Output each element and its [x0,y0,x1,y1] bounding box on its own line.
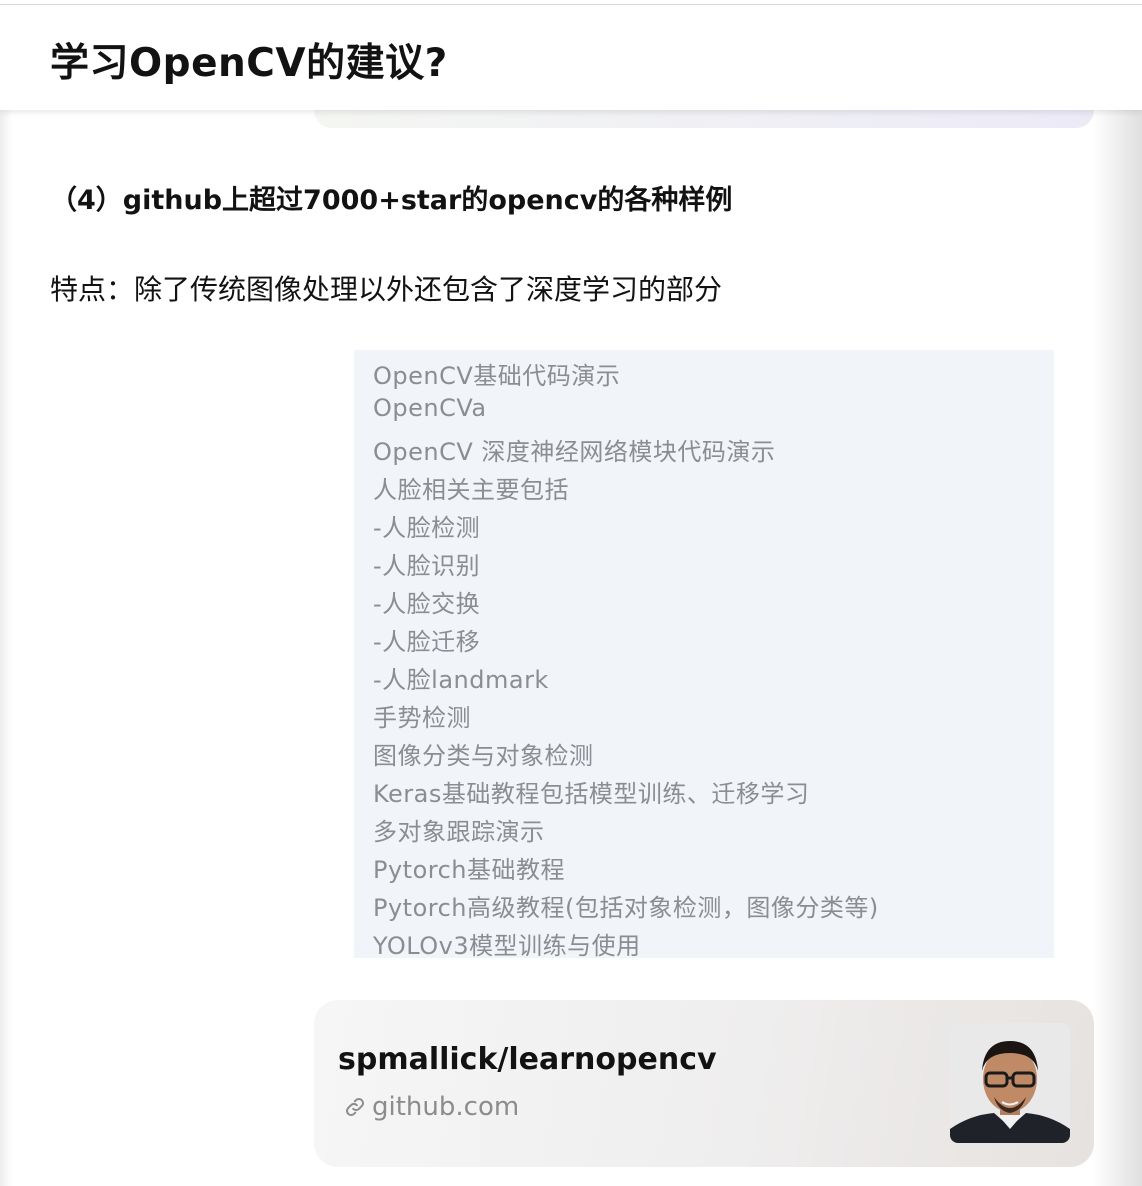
list-item: 多对象跟踪演示 [373,818,545,846]
list-item: Keras基础教程包括模型训练、迁移学习 [373,780,810,808]
list-item: -人脸landmark [373,666,549,694]
sticky-header: 学习OpenCV的建议? [0,6,1142,110]
feature-paragraph: 特点：除了传统图像处理以外还包含了深度学习的部分 [50,273,723,306]
link-card[interactable]: spmallick/learnopencv github.com [314,1000,1094,1167]
link-domain-row: github.com [344,1092,519,1122]
list-item: 手势检测 [373,704,471,732]
link-card-title[interactable]: spmallick/learnopencv [338,1042,717,1077]
list-item: OpenCV基础代码演示 [373,362,621,390]
list-item: -人脸检测 [373,514,481,542]
section-heading: （4）github上超过7000+star的opencv的各种样例 [50,185,733,216]
list-item: 图像分类与对象检测 [373,742,594,770]
list-item: -人脸交换 [373,590,481,618]
left-shadow [0,110,12,1186]
avatar-portrait [950,1023,1070,1143]
list-item: YOLOv3模型训练与使用 [373,932,641,960]
link-domain: github.com [372,1092,520,1122]
list-item: 人脸相关主要包括 [373,476,569,504]
list-item: -人脸识别 [373,552,481,580]
list-item: -人脸迁移 [373,628,481,656]
list-item: OpenCV 深度神经网络模块代码演示 [373,438,776,466]
feature-list-image[interactable]: OpenCV基础代码演示 OpenCVa OpenCV 深度神经网络模块代码演示… [354,350,1054,960]
list-item: Pytorch高级教程(包括对象检测，图像分类等) [373,894,879,922]
repo-owner-avatar [950,1023,1070,1143]
link-icon [346,1098,364,1116]
top-border [0,0,1142,5]
list-item: Pytorch基础教程 [373,856,566,884]
right-shadow [1092,110,1142,1186]
question-title[interactable]: 学习OpenCV的建议? [50,32,448,88]
list-item: OpenCVa [373,394,487,422]
